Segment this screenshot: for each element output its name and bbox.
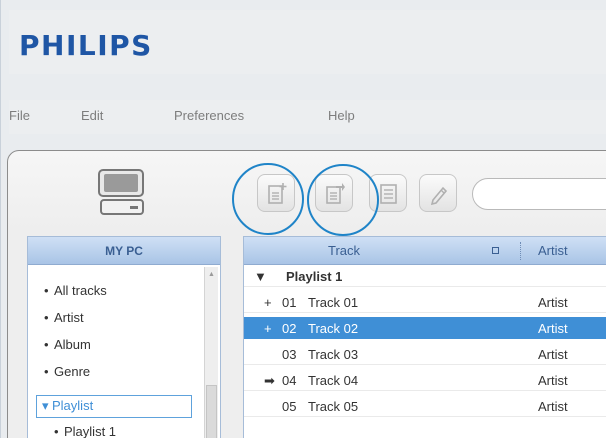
brand-bar: PHILIPS [9,10,606,74]
table-row[interactable]: + 01 Track 01 Artist [244,291,606,313]
column-track[interactable]: Track [328,243,360,258]
sidebar-item-label: Playlist [52,398,94,413]
sidebar-title: MY PC [28,237,220,265]
track-artist: Artist [538,399,568,414]
sidebar-item-playlist-1[interactable]: • Playlist 1 [54,424,116,438]
track-title: Track 01 [308,295,359,310]
table-row[interactable]: ➡ 04 Track 04 Artist [244,369,606,391]
status-arrow-icon: + [264,321,272,336]
table-row[interactable]: + 02 Track 02 Artist [244,317,606,339]
sidebar-item-label: Album [54,337,91,352]
track-title: Track 02 [308,321,359,336]
menu-preferences[interactable]: Preferences [174,108,244,123]
column-options-icon[interactable] [492,247,499,254]
bullet-icon: • [44,364,49,379]
search-input[interactable] [472,178,606,210]
column-artist[interactable]: Artist [538,243,568,258]
my-pc-icon[interactable] [97,168,149,218]
column-header-bar: Track Artist [244,237,606,265]
sidebar-item-genre[interactable]: • Genre [44,364,90,379]
track-title: Track 05 [308,399,359,414]
sidebar-scrollbar[interactable]: ▲ [204,267,218,438]
sidebar-item-artist[interactable]: • Artist [44,310,84,325]
track-title: Track 03 [308,347,359,362]
group-label: Playlist 1 [286,269,343,284]
sidebar-item-album[interactable]: • Album [44,337,91,352]
expand-arrow-icon: ▾ [42,398,49,413]
track-number: 01 [282,295,297,310]
app-window: PHILIPS File Edit Preferences Help MY PC… [0,0,606,438]
sidebar-item-playlist[interactable]: ▾ Playlist [42,398,93,414]
column-divider[interactable] [520,242,521,260]
philips-logo: PHILIPS [19,29,153,62]
now-playing-arrow-icon: ➡ [264,373,275,388]
scroll-up-icon[interactable]: ▲ [208,271,215,278]
track-list: Track Artist ▼ Playlist 1 + 01 Track 01 … [243,236,606,438]
collapse-arrow-icon[interactable]: ▼ [254,269,267,284]
table-row[interactable]: 03 Track 03 Artist [244,343,606,365]
new-playlist-button[interactable] [257,174,295,212]
bullet-icon: • [44,283,49,298]
add-to-playlist-button[interactable] [315,174,353,212]
track-number: 03 [282,347,297,362]
edit-button[interactable] [419,174,457,212]
track-number: 04 [282,373,297,388]
sidebar-item-label: Genre [54,364,91,379]
track-artist: Artist [538,373,568,388]
properties-button[interactable] [369,174,407,212]
track-artist: Artist [538,295,568,310]
sidebar-item-label: All tracks [54,283,107,298]
scrollbar-thumb[interactable] [206,385,217,438]
track-number: 05 [282,399,297,414]
menu-file[interactable]: File [9,108,30,123]
table-row[interactable]: 05 Track 05 Artist [244,395,606,417]
bullet-icon: • [44,310,49,325]
track-number: 02 [282,321,297,336]
track-title: Track 04 [308,373,359,388]
menu-edit[interactable]: Edit [81,108,103,123]
sidebar-item-label: Artist [54,310,84,325]
track-artist: Artist [538,347,568,362]
sidebar-item-label: Playlist 1 [64,424,117,438]
status-arrow-icon: + [264,295,272,310]
bullet-icon: • [44,337,49,352]
bullet-icon: • [54,424,59,438]
menu-bar: File Edit Preferences Help [9,100,606,134]
sidebar-item-all-tracks[interactable]: • All tracks [44,283,107,298]
track-artist: Artist [538,321,568,336]
playlist-group-row[interactable]: ▼ Playlist 1 [244,265,606,287]
menu-help[interactable]: Help [328,108,355,123]
sidebar: MY PC • All tracks • Artist • Album • Genre … [27,236,221,438]
